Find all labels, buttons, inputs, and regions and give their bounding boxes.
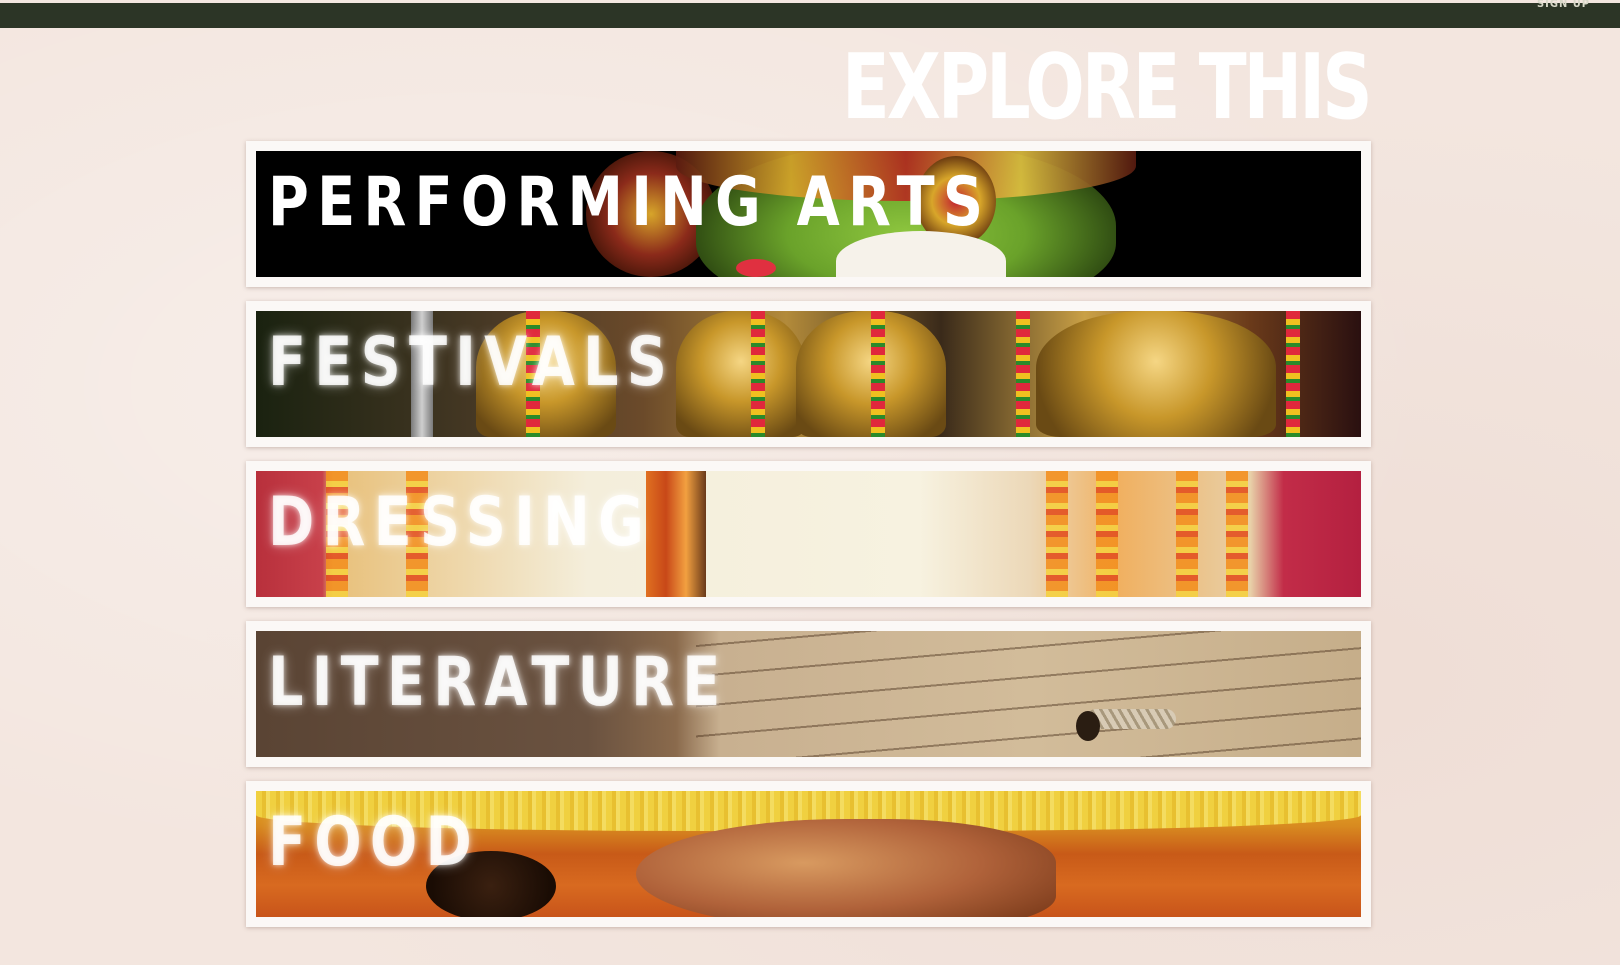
category-label-food: FOOD	[268, 803, 480, 882]
page: SIGN UP EXPLORE THIS PERFORMING ARTS FES…	[0, 0, 1620, 965]
top-bar-link[interactable]: SIGN UP	[1537, 0, 1590, 10]
top-bar: SIGN UP	[0, 0, 1620, 28]
category-card-literature[interactable]: LITERATURE	[246, 621, 1371, 767]
category-card-dressing[interactable]: DRESSING	[246, 461, 1371, 607]
category-card-festivals[interactable]: FESTIVALS	[246, 301, 1371, 447]
category-label-performing-arts: PERFORMING ARTS	[268, 163, 992, 242]
page-title: EXPLORE THIS	[842, 35, 1373, 140]
category-list: PERFORMING ARTS FESTIVALS DRESSING LITER…	[246, 141, 1371, 941]
category-card-food[interactable]: FOOD	[246, 781, 1371, 927]
category-label-dressing: DRESSING	[268, 483, 652, 562]
category-card-performing-arts[interactable]: PERFORMING ARTS	[246, 141, 1371, 287]
category-label-literature: LITERATURE	[268, 643, 729, 722]
category-label-festivals: FESTIVALS	[268, 323, 676, 402]
